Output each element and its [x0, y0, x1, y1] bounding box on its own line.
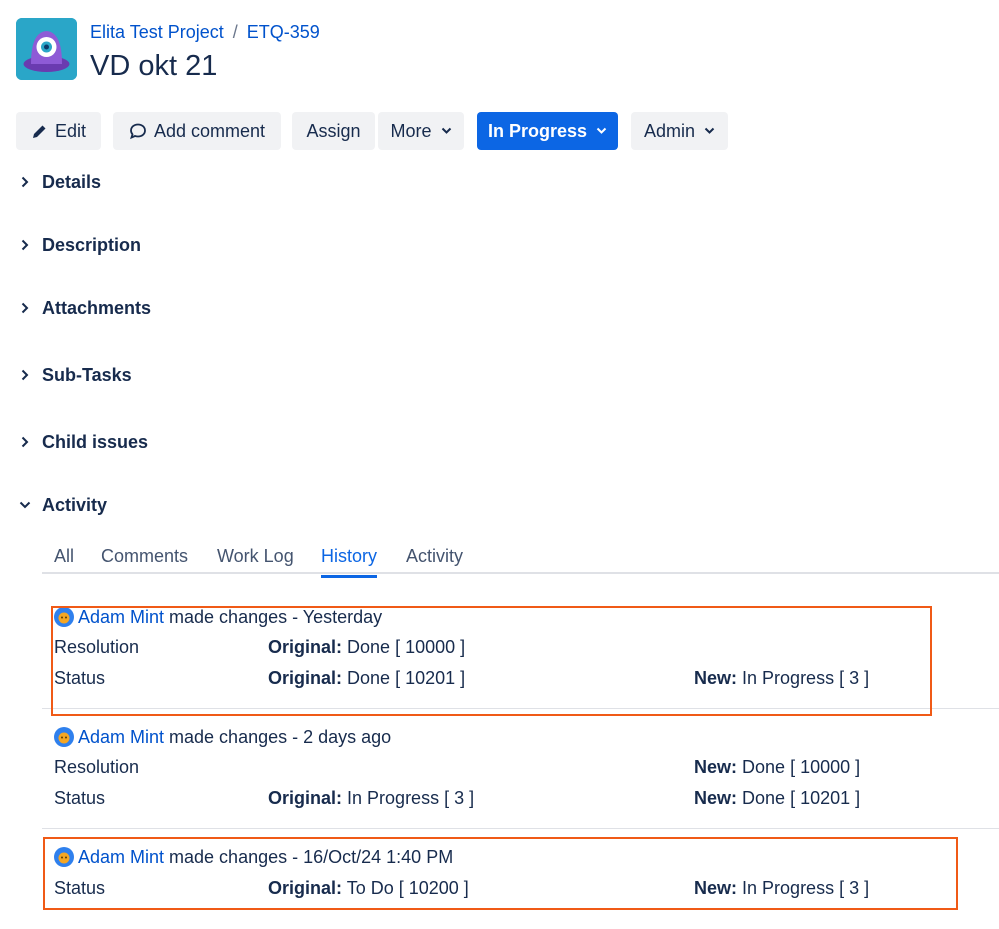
assign-button-label: Assign	[306, 120, 361, 141]
new-value-text: Done [ 10201 ]	[742, 788, 861, 808]
new-value: New: Done [ 10201 ]	[694, 788, 860, 809]
history-change-row: Status Original: In Progress [ 3 ] New: …	[54, 788, 954, 810]
user-link[interactable]: Adam Mint	[78, 607, 164, 628]
user-link[interactable]: Adam Mint	[78, 727, 164, 748]
section-details[interactable]: Details	[16, 169, 101, 195]
original-value-text: Done [ 10000 ]	[347, 637, 466, 657]
issue-title[interactable]: VD okt 21	[90, 50, 217, 83]
original-value: Original: In Progress [ 3 ]	[268, 788, 474, 809]
chevron-right-icon[interactable]	[16, 173, 34, 191]
section-child-issues[interactable]: Child issues	[16, 429, 148, 455]
status-button-label: In Progress	[487, 120, 588, 141]
chevron-right-icon[interactable]	[16, 366, 34, 384]
original-label: Original:	[268, 788, 343, 808]
original-value: Original: Done [ 10201 ]	[268, 668, 465, 689]
breadcrumb-project-link[interactable]: Elita Test Project	[90, 22, 224, 42]
changed-field-name: Resolution	[54, 757, 140, 777]
history-change-row: Resolution Original: Done [ 10000 ]	[54, 637, 954, 659]
chevron-down-icon[interactable]	[16, 496, 34, 514]
section-activity-label: Activity	[42, 494, 108, 515]
tab-activity[interactable]: Activity	[406, 546, 463, 567]
history-change-row: Status Original: Done [ 10201 ] New: In …	[54, 668, 954, 690]
section-attachments-label: Attachments	[42, 297, 152, 318]
new-value-text: In Progress [ 3 ]	[742, 878, 870, 898]
history-action-text: made changes - 16/Oct/24 1:40 PM	[169, 846, 454, 867]
admin-button-label: Admin	[643, 120, 696, 141]
original-label: Original:	[268, 878, 343, 898]
add-comment-button-label: Add comment	[153, 120, 266, 141]
tab-comments[interactable]: Comments	[101, 546, 188, 567]
activity-tabs: All Comments Work Log History Activity	[42, 538, 999, 578]
chevron-right-icon[interactable]	[16, 299, 34, 317]
section-details-label: Details	[42, 171, 102, 192]
new-value: New: Done [ 10000 ]	[694, 757, 860, 778]
tab-all[interactable]: All	[54, 546, 74, 567]
comment-bubble-icon	[129, 122, 147, 140]
admin-button[interactable]: Admin	[631, 112, 728, 150]
chevron-right-icon[interactable]	[16, 236, 34, 254]
edit-button-label: Edit	[54, 120, 87, 141]
chevron-down-icon	[704, 127, 715, 135]
new-label: New:	[694, 788, 738, 808]
chevron-down-icon	[441, 127, 452, 135]
section-attachments[interactable]: Attachments	[16, 295, 151, 321]
section-subtasks[interactable]: Sub-Tasks	[16, 362, 132, 388]
status-transition-button[interactable]: In Progress	[477, 112, 618, 150]
changed-field-name: Resolution	[54, 637, 140, 657]
tab-work-log[interactable]: Work Log	[217, 546, 294, 567]
edit-button[interactable]: Edit	[16, 112, 101, 150]
section-description-label: Description	[42, 234, 142, 255]
history-entry: Adam Mint made changes - Yesterday Resol…	[42, 606, 999, 709]
new-value: New: In Progress [ 3 ]	[694, 668, 869, 689]
pencil-icon	[31, 123, 48, 140]
more-button[interactable]: More	[378, 112, 464, 150]
history-change-row: Resolution New: Done [ 10000 ]	[54, 757, 954, 779]
original-label: Original:	[268, 668, 343, 688]
original-label: Original:	[268, 637, 343, 657]
user-avatar-icon[interactable]	[54, 727, 74, 747]
history-action-text: made changes - 2 days ago	[169, 726, 392, 747]
changed-field-name: Status	[54, 668, 106, 688]
breadcrumb: Elita Test Project / ETQ-359	[90, 22, 320, 43]
changed-field-name: Status	[54, 878, 106, 898]
history-action-text: made changes - Yesterday	[169, 606, 383, 627]
new-value: New: In Progress [ 3 ]	[694, 878, 869, 899]
original-value-text: Done [ 10201 ]	[347, 668, 466, 688]
original-value: Original: Done [ 10000 ]	[268, 637, 465, 658]
original-value-text: In Progress [ 3 ]	[347, 788, 475, 808]
history-change-row: Status Original: To Do [ 10200 ] New: In…	[54, 878, 954, 900]
history-entry: Adam Mint made changes - 16/Oct/24 1:40 …	[42, 846, 999, 916]
chevron-down-icon	[596, 127, 607, 135]
history-entry-header: Adam Mint made changes - 2 days ago	[54, 726, 391, 748]
history-entry: Adam Mint made changes - 2 days ago Reso…	[42, 726, 999, 829]
more-button-label: More	[390, 120, 432, 141]
chevron-right-icon[interactable]	[16, 433, 34, 451]
history-entry-header: Adam Mint made changes - 16/Oct/24 1:40 …	[54, 846, 453, 868]
tab-history[interactable]: History	[321, 546, 378, 578]
section-activity[interactable]: Activity	[16, 492, 107, 518]
assign-button[interactable]: Assign	[292, 112, 375, 150]
user-avatar-icon[interactable]	[54, 607, 74, 627]
breadcrumb-issue-key-link[interactable]: ETQ-359	[247, 22, 320, 42]
section-description[interactable]: Description	[16, 232, 141, 258]
original-value-text: To Do [ 10200 ]	[346, 878, 469, 898]
section-subtasks-label: Sub-Tasks	[42, 364, 132, 385]
new-label: New:	[694, 757, 738, 777]
add-comment-button[interactable]: Add comment	[113, 112, 281, 150]
history-entry-header: Adam Mint made changes - Yesterday	[54, 606, 382, 628]
changed-field-name: Status	[54, 788, 106, 808]
new-value-text: In Progress [ 3 ]	[742, 668, 870, 688]
new-label: New:	[694, 668, 738, 688]
breadcrumb-separator: /	[232, 22, 238, 42]
project-avatar-icon[interactable]	[16, 18, 77, 80]
original-value: Original: To Do [ 10200 ]	[268, 878, 469, 899]
new-label: New:	[694, 878, 738, 898]
user-link[interactable]: Adam Mint	[78, 847, 164, 868]
section-child-issues-label: Child issues	[42, 431, 149, 452]
new-value-text: Done [ 10000 ]	[742, 757, 861, 777]
user-avatar-icon[interactable]	[54, 847, 74, 867]
